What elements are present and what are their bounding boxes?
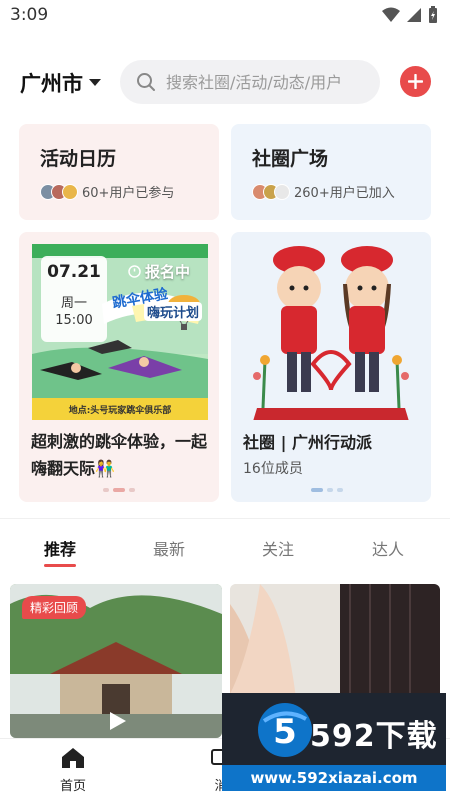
- event-date-box: 07.21 周一 15:00: [41, 256, 107, 342]
- activity-participants: 60+用户已参与: [82, 186, 175, 201]
- watermark-banner: 5 592下载: [222, 693, 446, 765]
- home-icon: [62, 748, 84, 768]
- plus-icon: [408, 74, 423, 89]
- nav-home-label: 首页: [60, 779, 87, 794]
- clock-icon: [128, 265, 141, 278]
- carousel-indicator: [103, 488, 135, 492]
- add-button[interactable]: [400, 66, 431, 97]
- featured-group-card[interactable]: 社圈 | 广州行动派 16位成员: [231, 232, 431, 502]
- carousel-dot: [337, 488, 343, 492]
- feed-card[interactable]: 精彩回顾: [10, 584, 222, 738]
- circle-square-meta: 260+用户已加入: [252, 182, 395, 201]
- carousel-dot: [129, 488, 135, 492]
- volunteers-illustration: [243, 244, 419, 420]
- active-tab-underline: [44, 564, 76, 567]
- play-icon[interactable]: [106, 710, 128, 732]
- wifi-icon: [382, 7, 400, 22]
- search-input[interactable]: [166, 72, 366, 92]
- watermark: 5 592下载 www.592xiazai.com: [222, 693, 446, 791]
- tab-experts[interactable]: 达人: [372, 536, 404, 560]
- avatar: [274, 183, 290, 200]
- carousel-dot: [327, 488, 333, 492]
- avatar-group: [252, 183, 290, 200]
- activity-calendar-card[interactable]: 活动日历 60+用户已参与: [19, 124, 219, 220]
- poster-subheadline: 嗨玩计划: [144, 302, 203, 321]
- signal-icon: [407, 8, 421, 22]
- activity-calendar-meta: 60+用户已参与: [40, 182, 174, 201]
- avatar: [62, 183, 78, 200]
- circle-square-title: 社圈广场: [252, 148, 329, 170]
- search-icon: [137, 73, 155, 91]
- svg-text:5: 5: [273, 712, 297, 752]
- group-title: 社圈 | 广州行动派: [243, 433, 372, 452]
- event-title: 超刺激的跳伞体验，一起嗨翻天际👫: [31, 432, 208, 478]
- city-label: 广州市: [20, 72, 83, 96]
- tab-recommended[interactable]: 推荐: [44, 536, 76, 560]
- status-icons: [382, 6, 438, 24]
- chevron-down-icon: [89, 79, 101, 86]
- event-date: 07.21: [47, 262, 101, 282]
- event-status-label: 报名中: [145, 263, 191, 281]
- city-selector[interactable]: 广州市: [20, 68, 101, 98]
- group-members: 16位成员: [243, 461, 303, 477]
- activity-calendar-title: 活动日历: [40, 148, 117, 170]
- poster-location-banner: 地点:头号玩家跳伞俱乐部: [32, 398, 208, 420]
- watermark-brand: 592下载: [310, 719, 438, 754]
- avatar-group: [40, 183, 78, 200]
- feed-tabs: 推荐 最新 关注 达人: [0, 528, 450, 572]
- highlight-badge: 精彩回顾: [22, 596, 87, 619]
- circle-members-joined: 260+用户已加入: [294, 186, 395, 201]
- carousel-indicator: [311, 488, 343, 492]
- featured-event-card[interactable]: 07.21 周一 15:00 报名中 跳伞体验 嗨玩计划 地点:头号玩家跳伞俱乐…: [19, 232, 219, 502]
- watermark-url: www.592xiazai.com: [222, 765, 446, 791]
- status-time: 3:09: [10, 5, 49, 25]
- carousel-dot-active: [311, 488, 323, 492]
- nav-home[interactable]: 首页: [60, 747, 86, 794]
- carousel-dot-active: [113, 488, 125, 492]
- event-weekday: 周一: [60, 296, 87, 311]
- carousel-dot: [103, 488, 109, 492]
- battery-icon: [429, 6, 437, 23]
- search-bar[interactable]: [120, 60, 380, 104]
- circle-square-card[interactable]: 社圈广场 260+用户已加入: [231, 124, 431, 220]
- status-bar: 3:09: [0, 0, 450, 32]
- header: 广州市: [0, 56, 450, 108]
- event-poster: 07.21 周一 15:00 报名中 跳伞体验 嗨玩计划 地点:头号玩家跳伞俱乐…: [32, 244, 208, 420]
- event-status: 报名中: [128, 261, 190, 282]
- watermark-logo: 5: [258, 703, 312, 757]
- section-divider: [0, 518, 450, 519]
- tab-following[interactable]: 关注: [262, 536, 294, 560]
- tab-latest[interactable]: 最新: [153, 536, 185, 560]
- event-time: 15:00: [55, 313, 93, 328]
